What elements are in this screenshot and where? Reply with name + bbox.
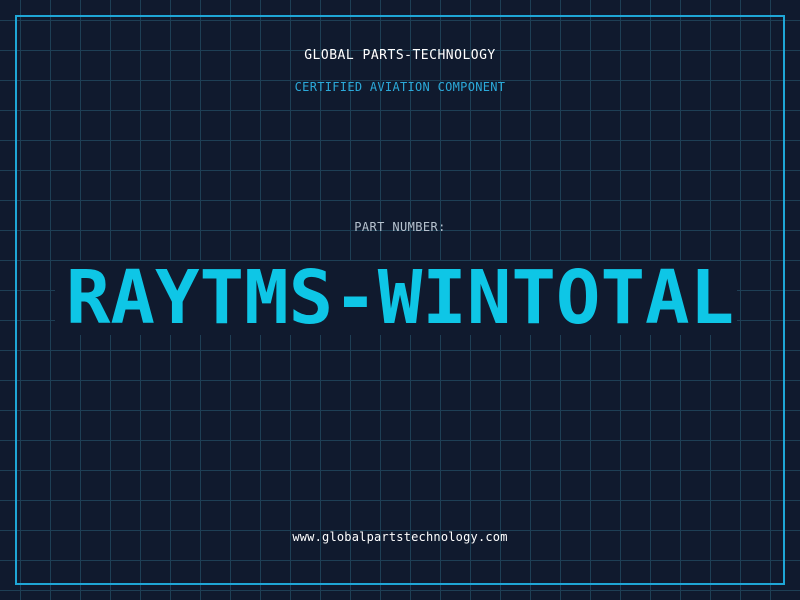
part-number-value: RAYTMS-WINTOTAL bbox=[65, 255, 735, 341]
company-name: GLOBAL PARTS-TECHNOLOGY bbox=[304, 48, 496, 63]
part-number-label: PART NUMBER: bbox=[354, 220, 446, 234]
tagline: CERTIFIED AVIATION COMPONENT bbox=[294, 80, 506, 94]
website-url: www.globalpartstechnology.com bbox=[292, 530, 508, 544]
part-card: GLOBAL PARTS-TECHNOLOGY CERTIFIED AVIATI… bbox=[0, 0, 800, 600]
